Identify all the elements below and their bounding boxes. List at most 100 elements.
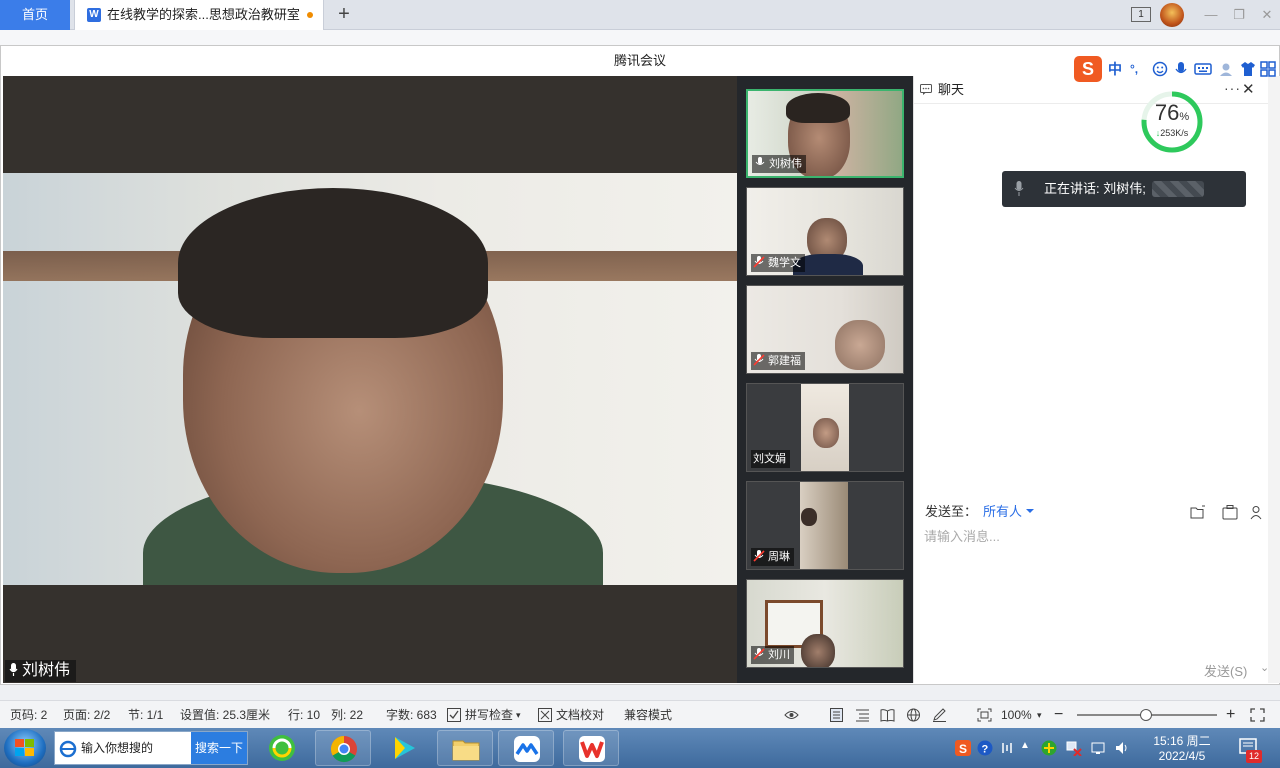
participant-name: 刘川 <box>768 649 790 661</box>
user-settings-icon[interactable] <box>1250 505 1266 520</box>
folder-icon[interactable] <box>1190 505 1206 520</box>
status-word-count[interactable]: 字数: 683 <box>386 701 437 729</box>
status-row[interactable]: 行: 10 <box>288 701 320 729</box>
360-browser-icon <box>269 735 295 761</box>
taskbar-app-player[interactable] <box>376 730 432 766</box>
participant-tile[interactable]: 郭建福 <box>746 285 904 374</box>
taskbar-app-chrome[interactable] <box>315 730 371 766</box>
help-icon[interactable]: ? <box>977 740 993 756</box>
windows-logo-icon <box>15 739 34 756</box>
send-button[interactable]: 发送(S) <box>1204 661 1247 680</box>
send-to-row: 发送至： 所有人 <box>914 501 1268 523</box>
send-to-label: 发送至： <box>925 504 978 519</box>
participant-label: 刘文娟 <box>751 450 790 468</box>
participant-name: 刘树伟 <box>769 158 802 170</box>
participant-name: 魏学文 <box>768 257 801 269</box>
status-page-code[interactable]: 页码: 2 <box>10 701 47 729</box>
tab-home[interactable]: 首页 <box>0 0 70 30</box>
fit-page-icon[interactable] <box>977 708 992 722</box>
status-column[interactable]: 列: 22 <box>331 701 363 729</box>
page-view-icon[interactable] <box>829 708 844 722</box>
zoom-slider-knob[interactable] <box>1140 709 1152 721</box>
meeting-record-icon[interactable] <box>1222 505 1238 520</box>
send-options-chevron-icon[interactable]: ⌄ <box>1260 661 1269 674</box>
participant-tile[interactable]: 刘川 <box>746 579 904 668</box>
zoom-out-button[interactable]: − <box>1054 701 1063 729</box>
window-count-badge[interactable]: 1 <box>1131 7 1151 22</box>
eye-protection-icon[interactable] <box>784 708 799 722</box>
taskbar-app-explorer[interactable] <box>437 730 493 766</box>
ime-lang-toggle[interactable]: 中 <box>1108 60 1122 78</box>
clock-time[interactable]: 15:16 周二 <box>1150 732 1214 749</box>
tab-document[interactable]: W 在线教学的探索...思想政治教研室 <box>74 0 324 30</box>
spellcheck-button[interactable]: 拼写检查 <box>465 701 513 729</box>
spellcheck-dropdown-icon[interactable]: ▾ <box>516 701 521 729</box>
main-video-feed <box>3 173 737 585</box>
microphone-icon <box>9 663 18 676</box>
participant-strip: 刘树伟 魏学文 郭建福 刘文娟 周琳 刘川 <box>737 76 913 683</box>
new-tab-button[interactable]: + <box>333 0 355 30</box>
start-button[interactable] <box>4 729 46 767</box>
web-view-globe-icon[interactable] <box>906 708 921 722</box>
volume-icon[interactable] <box>1114 740 1130 756</box>
send-to-dropdown[interactable]: 所有人 <box>983 501 1035 523</box>
voice-input-icon[interactable] <box>1174 60 1188 78</box>
clock-date[interactable]: 2022/4/5 <box>1150 749 1214 763</box>
fullscreen-icon[interactable] <box>1250 708 1265 722</box>
status-setting-value[interactable]: 设置值: 25.3厘米 <box>180 701 270 729</box>
status-page[interactable]: 页面: 2/2 <box>63 701 110 729</box>
read-mode-icon[interactable] <box>880 708 895 722</box>
microphone-icon <box>755 157 765 165</box>
spellcheck-icon[interactable] <box>447 708 462 722</box>
show-hidden-icons-chevron[interactable]: ▲ <box>1020 740 1036 756</box>
chrome-icon <box>330 735 357 763</box>
ime-punct-toggle[interactable]: °, <box>1130 60 1138 78</box>
participant-name: 周琳 <box>768 551 790 563</box>
emoji-icon[interactable] <box>1152 60 1168 78</box>
wps-status-bar: 页码: 2 页面: 2/2 节: 1/1 设置值: 25.3厘米 行: 10 列… <box>0 700 1280 728</box>
360-security-tray-icon[interactable] <box>1041 740 1057 756</box>
taskbar-app-wps[interactable] <box>563 730 619 766</box>
ime-toolbar: S 中 °, <box>1074 56 1280 82</box>
status-section[interactable]: 节: 1/1 <box>128 701 163 729</box>
chat-message-input[interactable] <box>924 526 1254 546</box>
taskbar-app-360[interactable] <box>254 730 310 766</box>
windows-taskbar: 搜索一下 S ? ▲ 15:16 周二 2022/4/5 12 <box>0 728 1280 768</box>
participant-label: 周琳 <box>751 548 794 566</box>
user-avatar[interactable] <box>1160 3 1184 27</box>
sogou-logo-icon[interactable]: S <box>1074 56 1102 82</box>
search-button[interactable]: 搜索一下 <box>191 732 247 764</box>
tab-document-title: 在线教学的探索...思想政治教研室 <box>107 7 300 22</box>
close-icon[interactable]: ✕ <box>1252 0 1280 30</box>
chat-scrollbar[interactable] <box>1268 76 1280 683</box>
mic-muted-icon <box>753 354 765 366</box>
proofread-icon[interactable] <box>538 708 553 722</box>
participant-tile[interactable]: 刘树伟 <box>746 89 904 178</box>
participant-tile[interactable]: 魏学文 <box>746 187 904 276</box>
edit-pen-icon[interactable] <box>932 708 947 722</box>
toolbox-grid-icon[interactable] <box>1260 60 1276 78</box>
minimize-icon[interactable]: — <box>1196 0 1226 30</box>
skin-shirt-icon[interactable] <box>1240 60 1256 78</box>
main-video-view[interactable]: 刘树伟 <box>3 76 737 683</box>
keyboard-icon[interactable] <box>1194 60 1212 78</box>
wps-tab-bar: 首页 W 在线教学的探索...思想政治教研室 + 1 — ❐ ✕ <box>0 0 1280 30</box>
zoom-dropdown-icon[interactable]: ▾ <box>1037 701 1042 729</box>
proofread-button[interactable]: 文档校对 <box>556 701 604 729</box>
settings-tray-icon[interactable] <box>999 740 1015 756</box>
participant-tile[interactable]: 刘文娟 <box>746 383 904 472</box>
outline-view-icon[interactable] <box>855 708 870 722</box>
taskbar-search-input[interactable] <box>81 732 189 764</box>
taskbar-app-tencent-meeting[interactable] <box>498 730 554 766</box>
sogou-tray-icon[interactable]: S <box>955 740 971 756</box>
device-tray-icon[interactable] <box>1090 740 1106 756</box>
network-speed: ↓253K/s <box>1155 128 1189 138</box>
zoom-level[interactable]: 100% <box>1001 701 1032 729</box>
participant-tile[interactable]: 周琳 <box>746 481 904 570</box>
user-sync-icon[interactable] <box>1218 60 1236 78</box>
blurred-name <box>1152 181 1204 197</box>
network-status-icon[interactable] <box>1066 740 1082 756</box>
restore-icon[interactable]: ❐ <box>1224 0 1254 30</box>
zoom-in-button[interactable]: + <box>1226 701 1235 729</box>
mic-muted-icon <box>753 550 765 562</box>
